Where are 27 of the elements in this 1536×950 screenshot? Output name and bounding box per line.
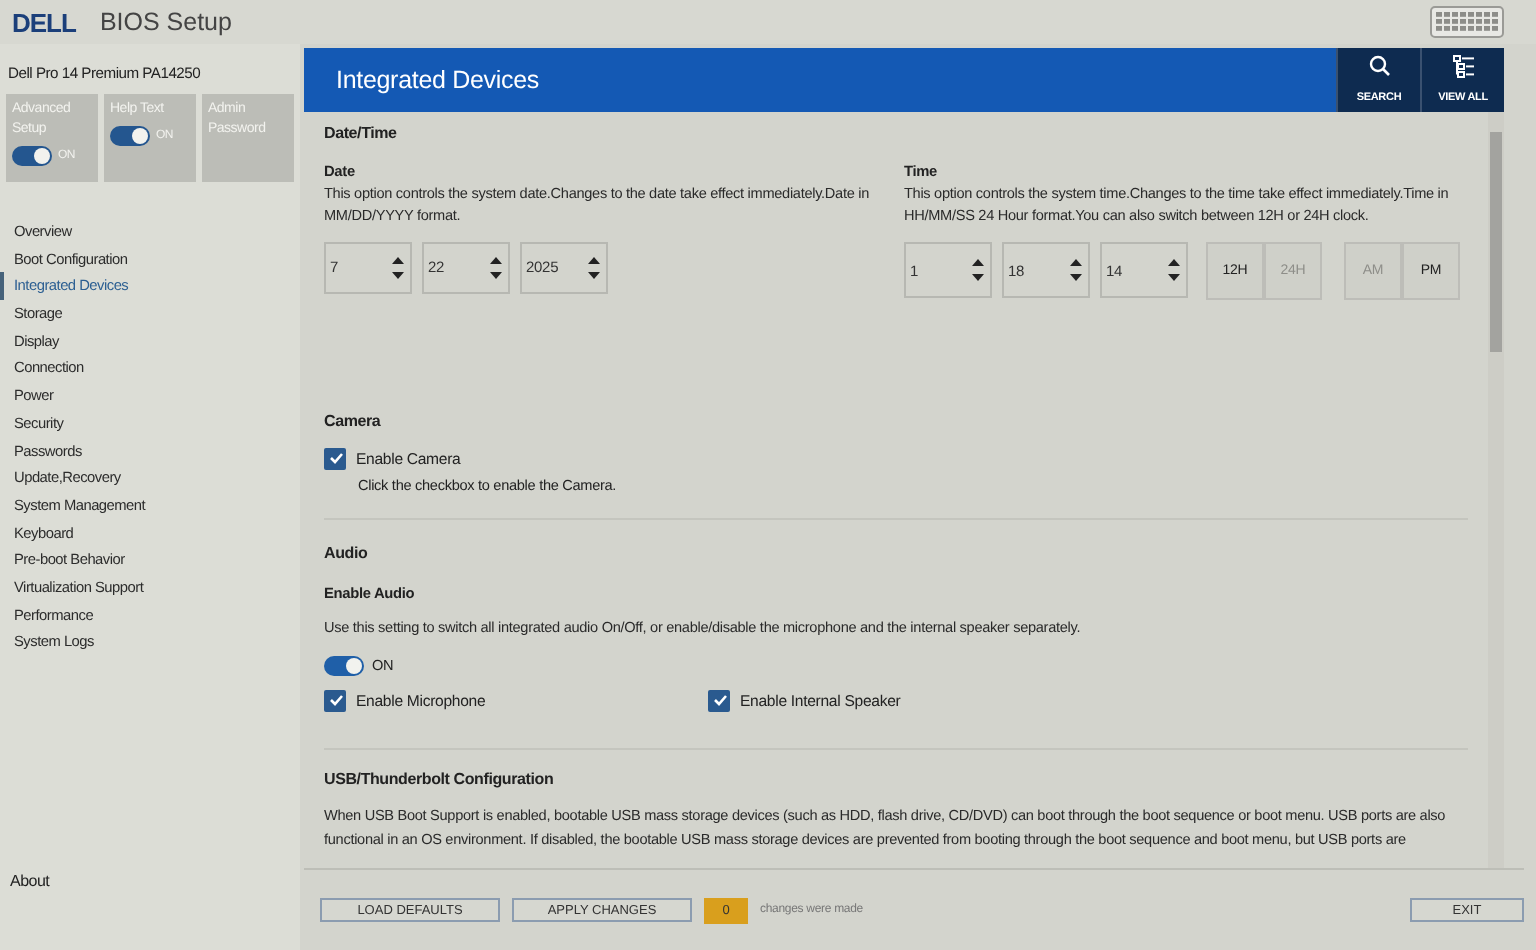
app-title: BIOS Setup (99, 8, 232, 36)
search-icon (1368, 54, 1390, 76)
about-link[interactable]: About (0, 872, 300, 890)
spin-arrows-icon[interactable] (588, 255, 600, 280)
section-title: Camera (324, 411, 383, 430)
spin-arrows-icon[interactable] (1168, 258, 1180, 283)
spin-arrows-icon[interactable] (972, 258, 984, 283)
spin-arrows-icon[interactable] (1070, 258, 1082, 283)
checkbox[interactable] (324, 447, 346, 470)
checkbox[interactable] (708, 689, 730, 712)
toggle-switch[interactable] (12, 146, 52, 166)
list-settings-icon (1451, 54, 1475, 78)
check-icon (327, 692, 343, 709)
keyboard-icon[interactable] (1430, 6, 1504, 38)
toggle-switch[interactable] (110, 126, 150, 146)
scrollbar[interactable] (1488, 111, 1504, 869)
section-title: Date/Time (324, 123, 399, 142)
section-title: USB/Thunderbolt Configuration (324, 769, 556, 788)
check-icon (711, 692, 727, 709)
toggle-switch[interactable] (324, 655, 364, 676)
spin-arrows-icon[interactable] (392, 255, 404, 280)
dell-logo: DELL (12, 7, 76, 37)
page-title: Integrated Devices (334, 65, 542, 94)
checkbox[interactable] (324, 689, 346, 712)
section-title: Audio (324, 543, 370, 562)
spin-arrows-icon[interactable] (490, 255, 502, 280)
check-icon (327, 450, 343, 467)
